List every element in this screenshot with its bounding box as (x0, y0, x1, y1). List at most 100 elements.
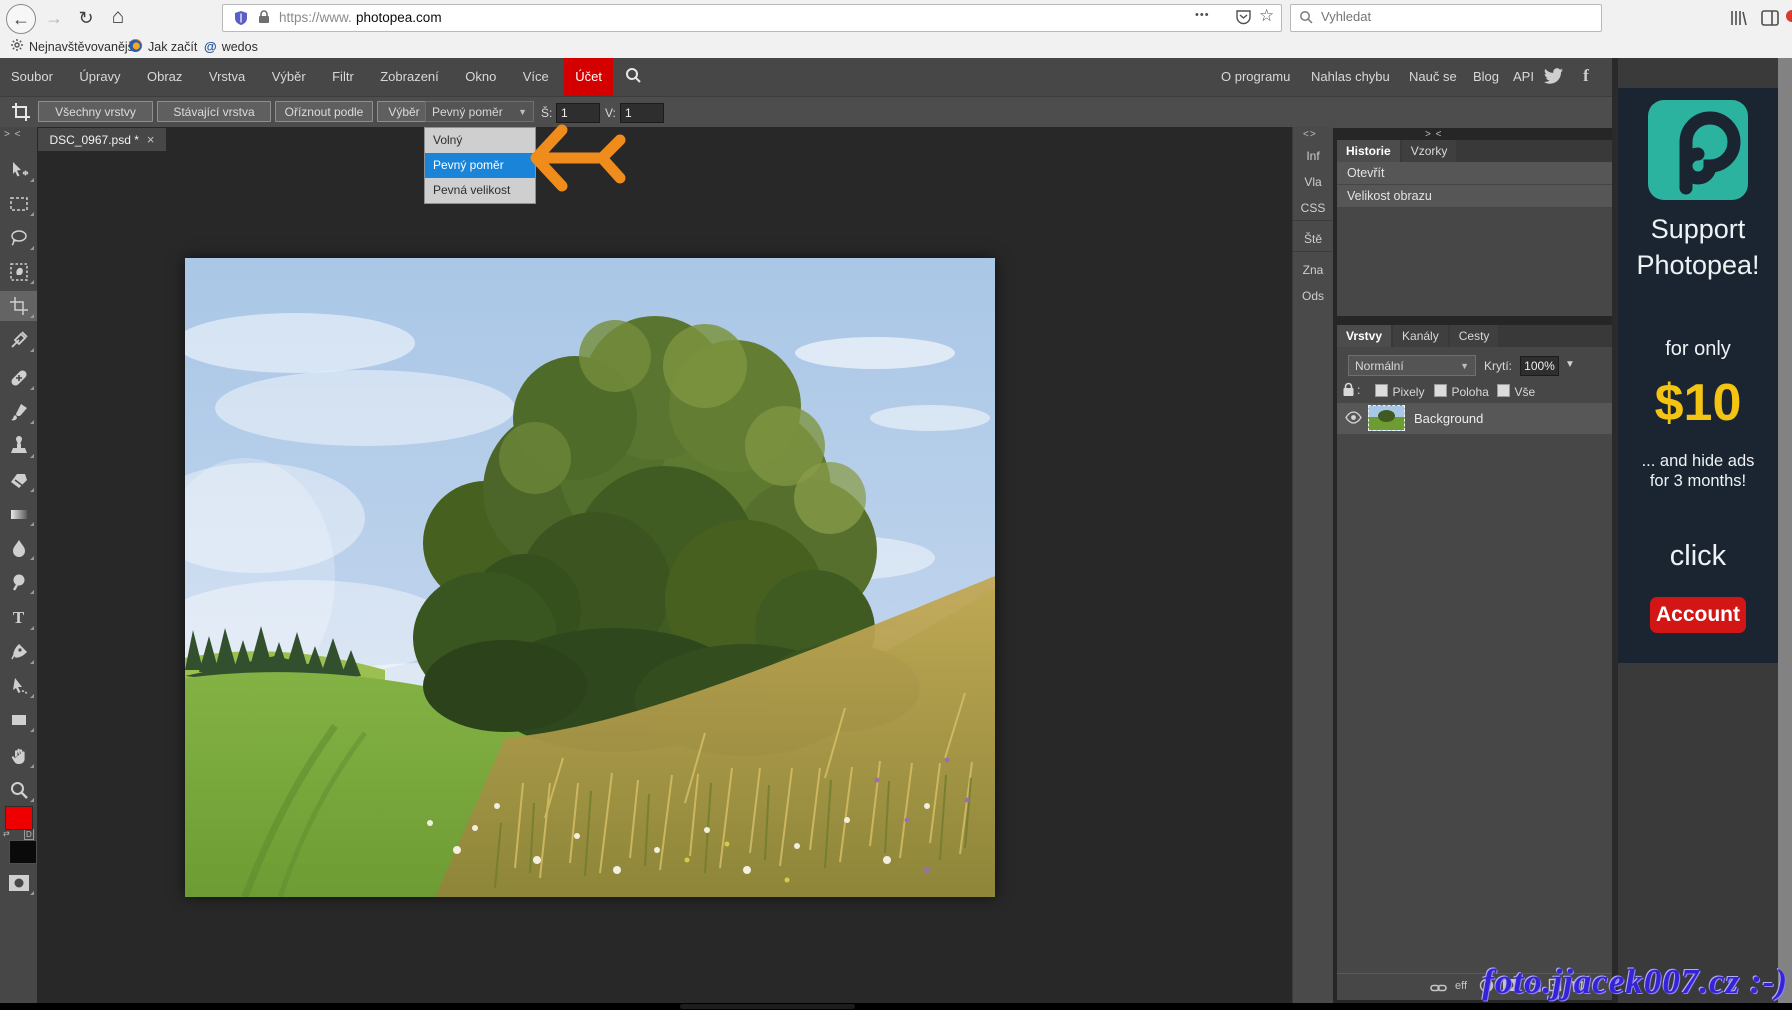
menu-upravy[interactable]: Úpravy (68, 58, 131, 96)
clone-stamp-tool[interactable] (0, 431, 37, 461)
lock-pixels-checkbox[interactable]: Pixely (1375, 383, 1424, 401)
menu-filtr[interactable]: Filtr (321, 58, 365, 96)
panel-button-odstavec[interactable]: Ods (1293, 284, 1333, 308)
shape-tool[interactable] (0, 705, 37, 735)
bookmark-wedos[interactable]: @ wedos (204, 36, 258, 57)
search-bar[interactable] (1290, 4, 1602, 32)
bookmark-get-started[interactable]: Jak začít (128, 36, 197, 57)
page-actions-icon[interactable]: ••• (1195, 9, 1210, 21)
tab-cesty[interactable]: Cesty (1450, 325, 1499, 347)
menu-soubor[interactable]: Soubor (0, 58, 64, 96)
pocket-icon[interactable] (1235, 8, 1252, 30)
scrollbar-thumb[interactable] (680, 1004, 855, 1009)
tab-kanaly[interactable]: Kanály (1393, 325, 1448, 347)
notification-badge-icon[interactable] (1786, 10, 1792, 22)
hand-tool[interactable] (0, 741, 37, 771)
brush-tool[interactable] (0, 397, 37, 427)
blur-tool[interactable] (0, 533, 37, 563)
layer-row-background[interactable]: Background (1337, 403, 1612, 434)
lock-position-checkbox[interactable]: Poloha (1434, 383, 1489, 401)
eyedropper-tool[interactable] (0, 325, 37, 355)
tab-vzorky[interactable]: Vzorky (1402, 140, 1457, 162)
move-tool[interactable] (0, 155, 37, 185)
default-colors-icon[interactable]: D (24, 829, 34, 840)
opacity-slider-icon[interactable]: ▼ (1565, 359, 1575, 370)
close-tab-icon[interactable]: × (147, 132, 155, 147)
panel-button-css[interactable]: CSS (1293, 196, 1333, 221)
lasso-tool[interactable] (0, 223, 37, 253)
forward-button[interactable]: → (40, 4, 68, 32)
selection-button[interactable]: Výběr (377, 101, 431, 122)
type-tool[interactable]: T (0, 603, 37, 633)
tab-historie[interactable]: Historie (1337, 140, 1400, 162)
menu-api[interactable]: API (1502, 58, 1545, 96)
menu-okno[interactable]: Okno (454, 58, 507, 96)
layer-effects-button[interactable]: eff (1455, 980, 1467, 992)
eraser-tool[interactable] (0, 465, 37, 495)
document-tab[interactable]: DSC_0967.psd * × (38, 128, 166, 151)
panel-collapse-handle[interactable]: > < (1425, 129, 1442, 140)
opacity-input[interactable]: 100% (1520, 356, 1559, 376)
toolbar-collapse-handle[interactable]: > < (4, 129, 21, 140)
quick-select-tool[interactable] (0, 257, 37, 287)
crop-tool[interactable] (0, 291, 37, 321)
menu-vrstva[interactable]: Vrstva (198, 58, 256, 96)
all-layers-button[interactable]: Všechny vrstvy (38, 101, 153, 122)
reload-button[interactable]: ↻ (72, 4, 100, 32)
account-button[interactable]: Account (1650, 597, 1746, 633)
address-bar[interactable]: https://www. photopea.com ••• ☆ (222, 4, 1282, 32)
panel-button-vlastnosti[interactable]: Vla (1293, 170, 1333, 194)
panel-button-stetec[interactable]: Ště (1293, 227, 1333, 252)
sidebar-toggle-icon[interactable] (1760, 8, 1780, 33)
crop-by-button[interactable]: Oříznout podle (275, 101, 373, 122)
panel-button-info[interactable]: Inf (1293, 144, 1333, 168)
path-select-tool[interactable] (0, 671, 37, 701)
document-tab-title: DSC_0967.psd * (50, 133, 139, 147)
link-layers-icon[interactable] (1430, 980, 1447, 998)
zoom-tool[interactable] (0, 775, 37, 805)
layer-visibility-eye-icon[interactable] (1345, 411, 1362, 429)
quick-mask-button[interactable] (0, 868, 37, 898)
history-item-image-size[interactable]: Velikost obrazu (1337, 185, 1612, 208)
healing-tool[interactable] (0, 363, 37, 393)
swap-colors-icon[interactable]: ⇄ (3, 829, 10, 838)
menu-obraz[interactable]: Obraz (136, 58, 193, 96)
menu-zobrazeni[interactable]: Zobrazení (369, 58, 450, 96)
menu-nauc-se[interactable]: Nauč se (1398, 58, 1468, 96)
ratio-mode-select[interactable]: Pevný poměr ▼ (425, 101, 534, 122)
dropdown-option-pevny-pomer[interactable]: Pevný poměr (425, 153, 535, 178)
twitter-icon[interactable] (1544, 68, 1563, 89)
facebook-icon[interactable]: f (1576, 66, 1596, 86)
menu-vyber[interactable]: Výběr (261, 58, 317, 96)
library-icon[interactable] (1728, 8, 1748, 33)
bookmark-star-icon[interactable]: ☆ (1259, 6, 1274, 26)
search-input[interactable] (1319, 8, 1583, 25)
menu-search-icon[interactable] (617, 58, 650, 96)
menu-ucet[interactable]: Účet (564, 58, 613, 96)
blend-mode-select[interactable]: Normální ▼ (1348, 355, 1476, 376)
dodge-tool[interactable] (0, 567, 37, 597)
dropdown-option-pevna-velikost[interactable]: Pevná velikost (425, 178, 535, 203)
history-item-open[interactable]: Otevřít (1337, 162, 1612, 185)
rect-select-tool[interactable] (0, 189, 37, 219)
foreground-color-swatch[interactable] (5, 806, 33, 830)
dropdown-option-volny[interactable]: Volný (425, 128, 535, 153)
page-scroll-gutter[interactable] (1778, 58, 1792, 1010)
panel-button-znak[interactable]: Zna (1293, 258, 1333, 282)
background-color-swatch[interactable] (9, 840, 37, 864)
tab-vrstvy[interactable]: Vrstvy (1337, 325, 1391, 347)
gradient-tool[interactable] (0, 499, 37, 529)
support-ad[interactable]: Support Photopea! for only $10 ... and h… (1618, 88, 1778, 663)
menu-nahlas-chybu[interactable]: Nahlas chybu (1300, 58, 1401, 96)
pen-tool[interactable] (0, 637, 37, 667)
current-layer-button[interactable]: Stávající vrstva (157, 101, 271, 122)
menu-o-programu[interactable]: O programu (1210, 58, 1301, 96)
home-button[interactable]: ⌂ (104, 3, 132, 31)
menu-vice[interactable]: Více (512, 58, 560, 96)
strip-collapse-handle[interactable]: <> (1303, 129, 1317, 140)
bookmark-most-visited[interactable]: Nejnavštěvovanější (10, 36, 137, 57)
back-button[interactable]: ← (6, 4, 36, 34)
lock-all-checkbox[interactable]: Vše (1497, 383, 1535, 401)
layer-thumbnail[interactable] (1368, 405, 1405, 431)
tracking-shield-icon[interactable] (233, 10, 249, 31)
